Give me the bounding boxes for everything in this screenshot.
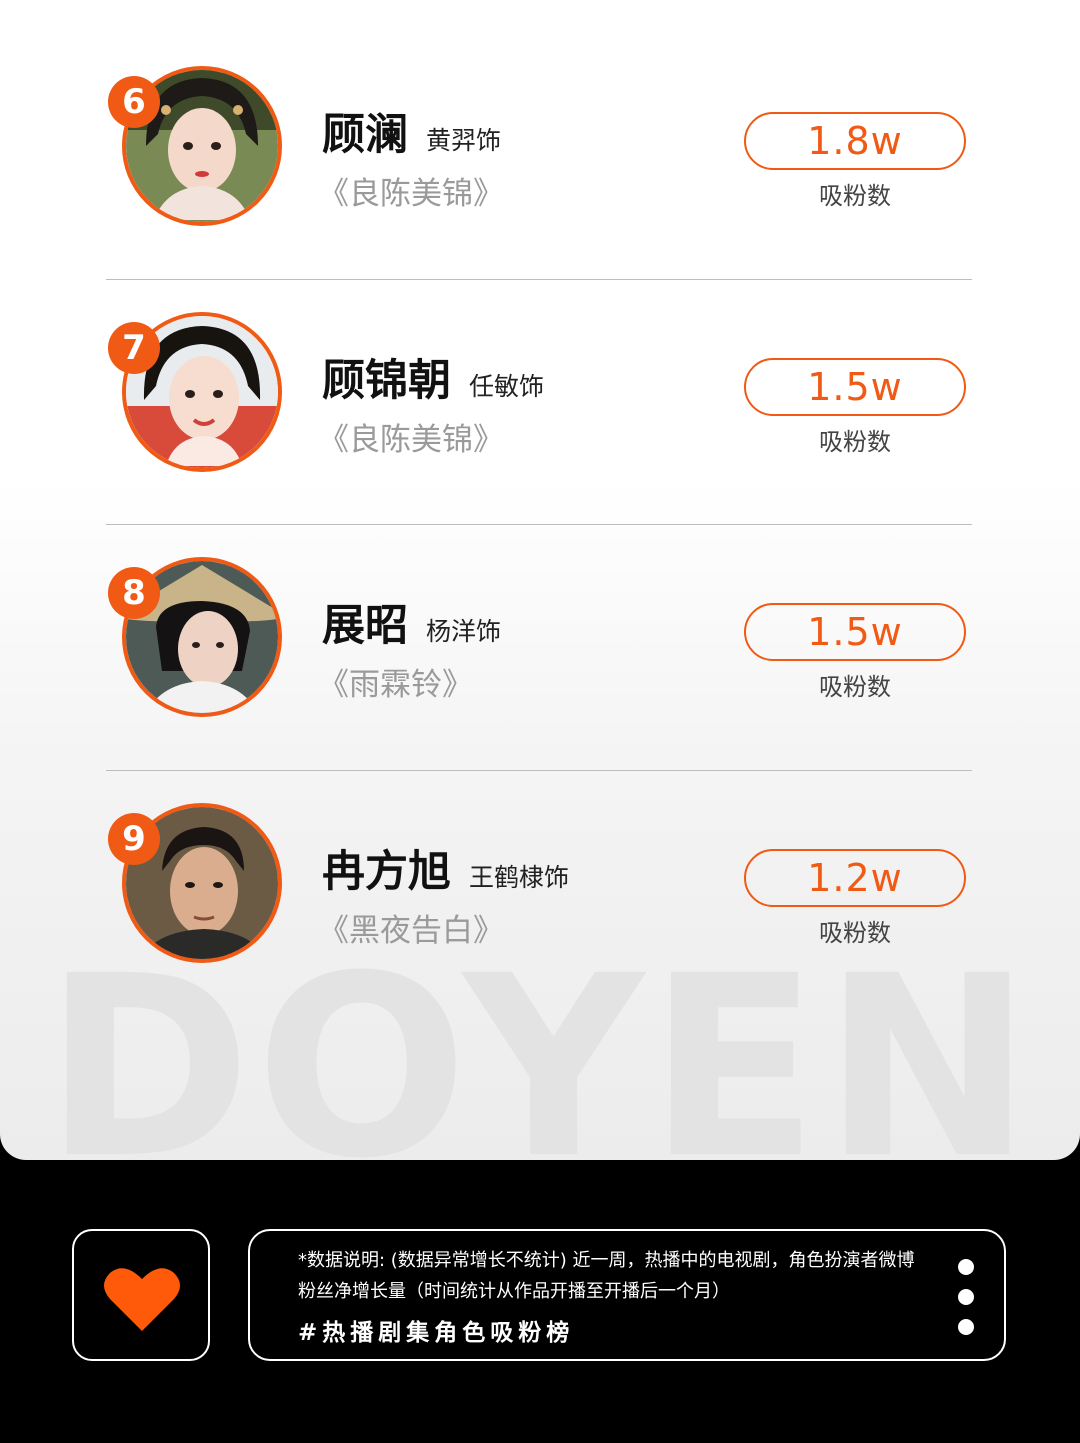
watermark-text: DOYEN	[43, 958, 1037, 1160]
fan-count-label: 吸粉数	[819, 428, 891, 456]
heart-icon	[104, 1268, 180, 1331]
show-title: 《良陈美锦》	[318, 176, 504, 212]
rank-badge: 8	[108, 567, 160, 619]
fan-count-label: 吸粉数	[819, 919, 891, 947]
name-line: 展昭 杨洋饰	[322, 591, 501, 653]
fan-count-label: 吸粉数	[819, 673, 891, 701]
data-note-text: *数据说明: (数据异常增长不统计) 近一周，热播中的电视剧，角色扮演者微博粉丝…	[298, 1250, 915, 1302]
fan-count-label: 吸粉数	[819, 182, 891, 210]
show-title: 《良陈美锦》	[318, 422, 504, 458]
actor-name: 黄羿饰	[426, 126, 502, 155]
rank-badge: 6	[108, 76, 160, 128]
dot	[958, 1319, 974, 1335]
name-line: 冉方旭 王鹤棣饰	[322, 837, 569, 899]
fan-count-badge: 1.8w	[744, 112, 966, 170]
fan-count-badge: 1.2w	[744, 849, 966, 907]
dot	[958, 1259, 974, 1275]
fan-count-badge: 1.5w	[744, 358, 966, 416]
ranking-row: 6 顾澜 黄羿饰 《良陈美锦》 1.8w 吸粉数	[0, 0, 1080, 280]
character-name: 冉方旭	[322, 847, 451, 897]
data-note-card: *数据说明: (数据异常增长不统计) 近一周，热播中的电视剧，角色扮演者微博粉丝…	[248, 1229, 1006, 1361]
rank-badge: 7	[108, 322, 160, 374]
actor-name: 任敏饰	[469, 372, 545, 401]
show-title: 《黑夜告白》	[318, 913, 504, 949]
ranking-row: 7 顾锦朝 任敏饰 《良陈美锦》 1.5w 吸粉数	[0, 246, 1080, 525]
show-title: 《雨霖铃》	[318, 667, 473, 703]
actor-name: 王鹤棣饰	[469, 863, 570, 892]
character-name: 顾锦朝	[322, 356, 451, 406]
ranking-row: 8 展昭 杨洋饰 《雨霖铃》 1.5w 吸粉数	[0, 491, 1080, 771]
ranking-panel: DOYEN 6 顾澜 黄羿饰 《良陈美锦》 1.8w 吸粉数 7 顾锦朝 任敏饰…	[0, 0, 1080, 1160]
character-name: 顾澜	[322, 110, 408, 160]
fan-count-badge: 1.5w	[744, 603, 966, 661]
dot	[958, 1289, 974, 1305]
hashtag[interactable]: #热播剧集角色吸粉榜	[298, 1313, 574, 1347]
ranking-row: 9 冉方旭 王鹤棣饰 《黑夜告白》 1.2w 吸粉数	[0, 737, 1080, 983]
more-dots-icon[interactable]	[958, 1259, 974, 1349]
name-line: 顾澜 黄羿饰	[322, 100, 501, 162]
rank-badge: 9	[108, 813, 160, 865]
actor-name: 杨洋饰	[426, 617, 502, 646]
name-line: 顾锦朝 任敏饰	[322, 346, 544, 408]
like-button[interactable]	[72, 1229, 210, 1361]
character-name: 展昭	[322, 601, 408, 651]
